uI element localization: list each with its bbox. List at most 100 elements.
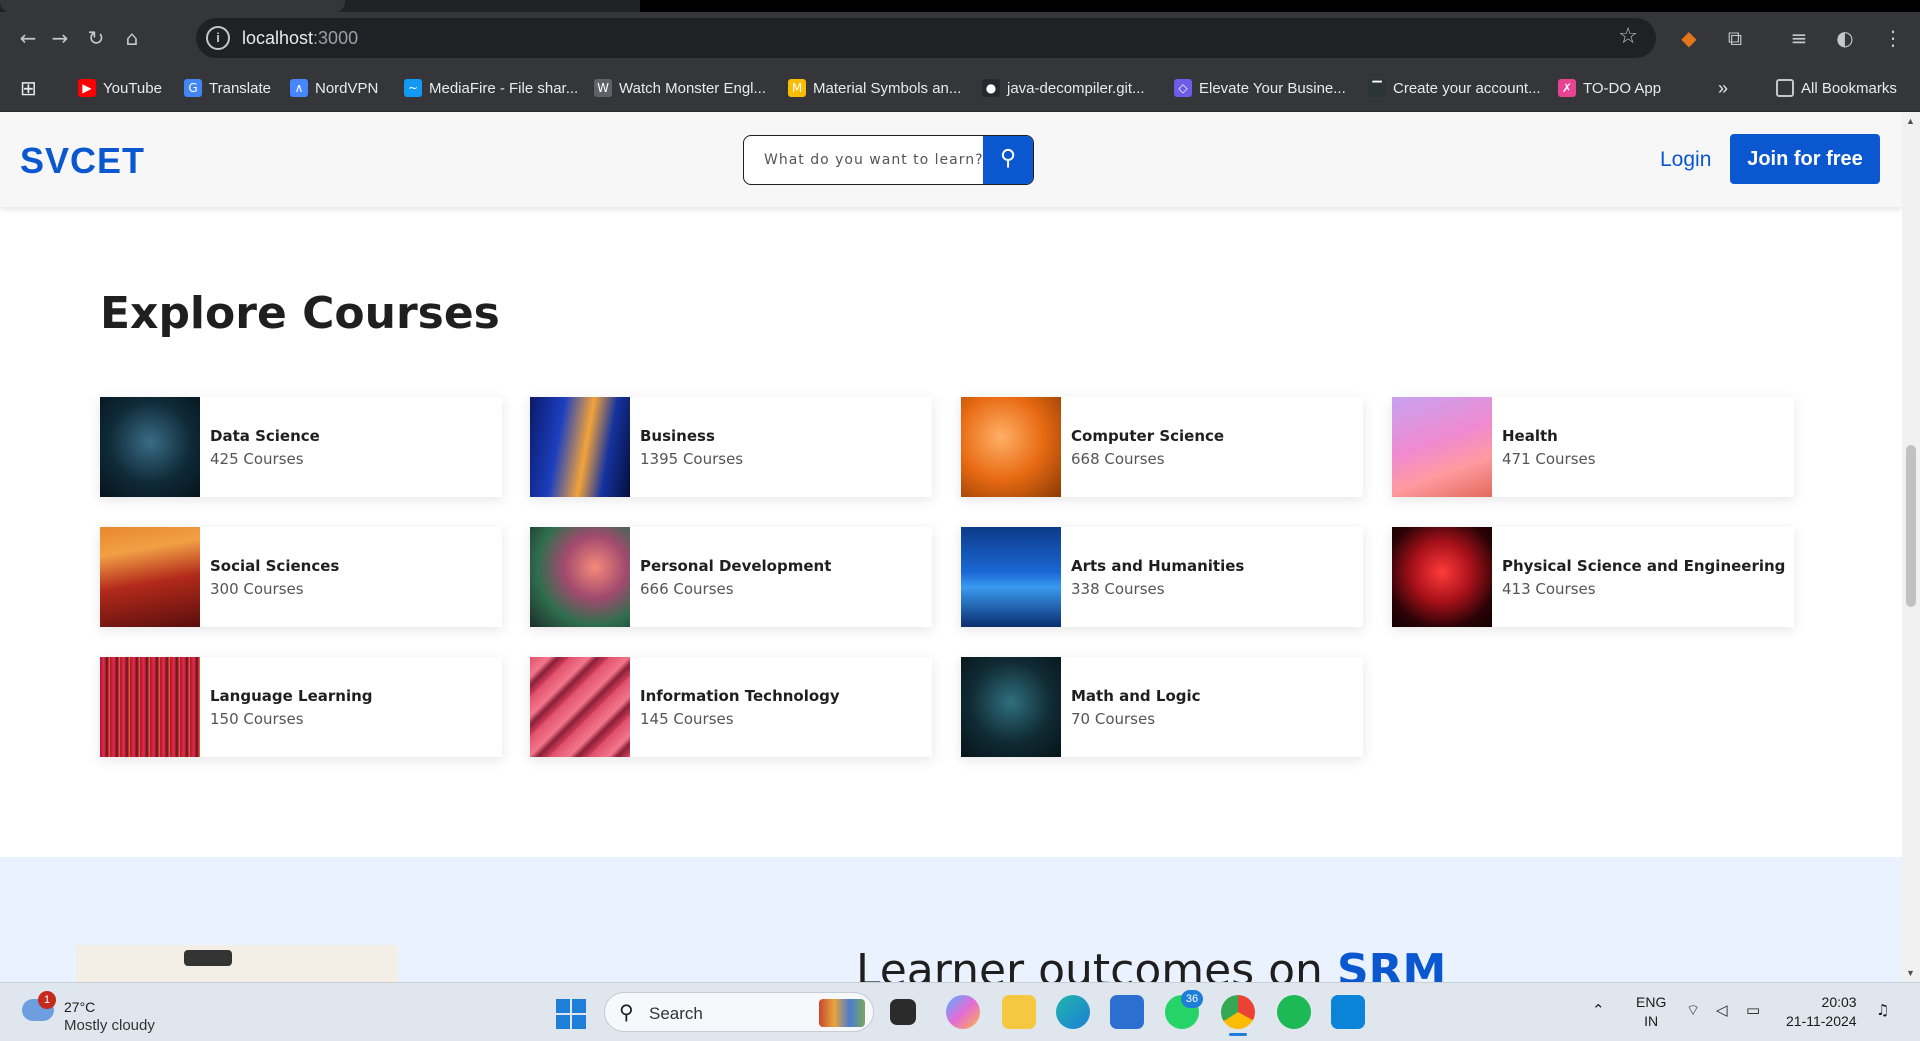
category-thumbnail (961, 397, 1061, 497)
category-card[interactable]: Data Science 425 Courses (100, 397, 502, 497)
youtube-icon: ▶ (78, 79, 96, 97)
profile-avatar-icon[interactable]: ◐ (1832, 25, 1858, 51)
category-card[interactable]: Arts and Humanities 338 Courses (961, 527, 1363, 627)
elevate-icon: ◇ (1174, 79, 1192, 97)
weather-widget[interactable]: 1 27°C Mostly cloudy (22, 991, 192, 1035)
site-logo[interactable]: SVCET (20, 140, 145, 182)
taskbar-search-label: Search (649, 1004, 703, 1023)
join-for-free-button[interactable]: Join for free (1730, 134, 1880, 184)
metamask-extension-icon[interactable]: ◆ (1676, 25, 1702, 51)
category-course-count: 471 Courses (1502, 449, 1596, 468)
extensions-puzzle-icon[interactable]: ⧉ (1722, 25, 1748, 51)
bookmark-elevate[interactable]: ◇ Elevate Your Busine... (1174, 77, 1346, 99)
category-thumbnail (961, 657, 1061, 757)
back-arrow-icon[interactable]: ← (14, 24, 42, 52)
system-clock[interactable]: 20:03 21-11-2024 (1786, 993, 1857, 1031)
category-card[interactable]: Business 1395 Courses (530, 397, 932, 497)
category-card[interactable]: Language Learning 150 Courses (100, 657, 502, 757)
category-card[interactable]: Health 471 Courses (1392, 397, 1794, 497)
nordvpn-icon: ∧ (290, 79, 308, 97)
notification-bell-icon[interactable]: ♫ (1876, 1001, 1889, 1019)
login-link[interactable]: Login (1660, 148, 1711, 172)
category-course-count: 666 Courses (640, 579, 734, 598)
category-course-count: 150 Courses (210, 709, 304, 728)
language-indicator[interactable]: ENG IN (1636, 993, 1666, 1031)
file-explorer-icon[interactable] (1002, 995, 1036, 1029)
category-course-count: 70 Courses (1071, 709, 1156, 728)
outcomes-heading: Learner outcomes on SRM (856, 945, 1447, 982)
bookmark-youtube[interactable]: ▶ YouTube (78, 77, 162, 99)
search-button[interactable]: ⚲ (983, 136, 1033, 184)
volume-icon[interactable]: ◁ (1716, 1001, 1728, 1019)
search-icon: ⚲ (619, 1000, 634, 1024)
category-card[interactable]: Social Sciences 300 Courses (100, 527, 502, 627)
category-card[interactable]: Information Technology 145 Courses (530, 657, 932, 757)
forward-arrow-icon[interactable]: → (46, 24, 74, 52)
bookmark-todo-app[interactable]: ✗ TO-DO App (1558, 77, 1661, 99)
category-card[interactable]: Physical Science and Engineering 413 Cour… (1392, 527, 1794, 627)
bookmark-create-account[interactable]: ▔ Create your account... (1368, 77, 1541, 99)
category-thumbnail (961, 527, 1061, 627)
category-info: Data Science 425 Courses (200, 427, 320, 468)
category-info: Health 471 Courses (1492, 427, 1596, 468)
category-card[interactable]: Math and Logic 70 Courses (961, 657, 1363, 757)
category-course-count: 425 Courses (210, 449, 304, 468)
spotify-icon[interactable] (1277, 995, 1311, 1029)
search-highlight-books-icon (819, 999, 865, 1027)
category-course-count: 413 Courses (1502, 579, 1596, 598)
scrollbar-thumb[interactable] (1906, 445, 1916, 607)
mediafire-icon: ~ (404, 79, 422, 97)
edge-icon[interactable] (1056, 995, 1090, 1029)
page-scrollbar[interactable]: ▲ ▼ (1902, 112, 1920, 982)
learner-outcomes-section: Learner outcomes on SRM (0, 857, 1902, 982)
course-search: ⚲ (743, 135, 1034, 185)
taskbar-search[interactable]: ⚲ Search (604, 992, 874, 1032)
media-controls-icon[interactable]: ≡ (1786, 25, 1812, 51)
category-thumbnail (530, 397, 630, 497)
url-text[interactable]: localhost:3000 (242, 28, 358, 49)
menu-kebab-icon[interactable]: ⋮ (1880, 25, 1906, 51)
wifi-icon[interactable]: ⌔ (1686, 1001, 1700, 1020)
bookmark-nordvpn[interactable]: ∧ NordVPN (290, 77, 378, 99)
bookmark-java-decompiler[interactable]: ● java-decompiler.git... (982, 77, 1145, 99)
category-thumbnail (530, 657, 630, 757)
copilot-icon[interactable] (946, 995, 980, 1029)
category-card[interactable]: Personal Development 666 Courses (530, 527, 932, 627)
whatsapp-badge: 36 (1181, 990, 1203, 1008)
bookmark-translate[interactable]: G Translate (184, 77, 271, 99)
scroll-up-arrow-icon[interactable]: ▲ (1906, 116, 1915, 126)
chrome-icon[interactable] (1221, 995, 1255, 1029)
browser-tab[interactable] (0, 0, 345, 12)
bookmark-star-icon[interactable]: ☆ (1618, 24, 1638, 49)
category-name: Data Science (210, 426, 320, 445)
site-info-icon[interactable]: i (206, 26, 230, 50)
translate-icon: G (184, 79, 202, 97)
search-input[interactable] (744, 136, 984, 184)
task-view-icon[interactable] (890, 999, 916, 1025)
microsoft-store-icon[interactable] (1110, 995, 1144, 1029)
bookmark-mediafire[interactable]: ~ MediaFire - File shar... (404, 77, 578, 99)
bookmark-watch-monster[interactable]: W Watch Monster Engl... (594, 77, 766, 99)
github-icon: ● (982, 79, 1000, 97)
category-card[interactable]: Computer Science 668 Courses (961, 397, 1363, 497)
category-name: Arts and Humanities (1071, 556, 1245, 575)
category-name: Computer Science (1071, 426, 1225, 445)
battery-icon[interactable]: ▭ (1746, 1001, 1760, 1019)
more-bookmarks-chevron-icon[interactable]: » (1718, 77, 1728, 99)
site-header: SVCET ⚲ Login Join for free (0, 112, 1902, 207)
home-icon[interactable]: ⌂ (118, 24, 146, 52)
category-info: Language Learning 150 Courses (200, 687, 373, 728)
category-thumbnail (1392, 397, 1492, 497)
explore-courses-title: Explore Courses (100, 288, 500, 339)
reload-icon[interactable]: ↻ (82, 24, 110, 52)
category-course-count: 668 Courses (1071, 449, 1165, 468)
all-bookmarks-folder[interactable]: All Bookmarks (1776, 77, 1897, 99)
material-symbols-icon: M (788, 79, 806, 97)
bookmark-material-symbols[interactable]: M Material Symbols an... (788, 77, 961, 99)
scroll-down-arrow-icon[interactable]: ▼ (1906, 968, 1915, 978)
apps-grid-icon[interactable]: ⊞ (20, 77, 37, 100)
address-bar[interactable]: i localhost:3000 ☆ (196, 18, 1656, 58)
show-hidden-icons-chevron-icon[interactable]: ⌃ (1592, 1001, 1605, 1019)
vscode-icon[interactable] (1331, 995, 1365, 1029)
windows-start-icon[interactable] (556, 999, 586, 1029)
